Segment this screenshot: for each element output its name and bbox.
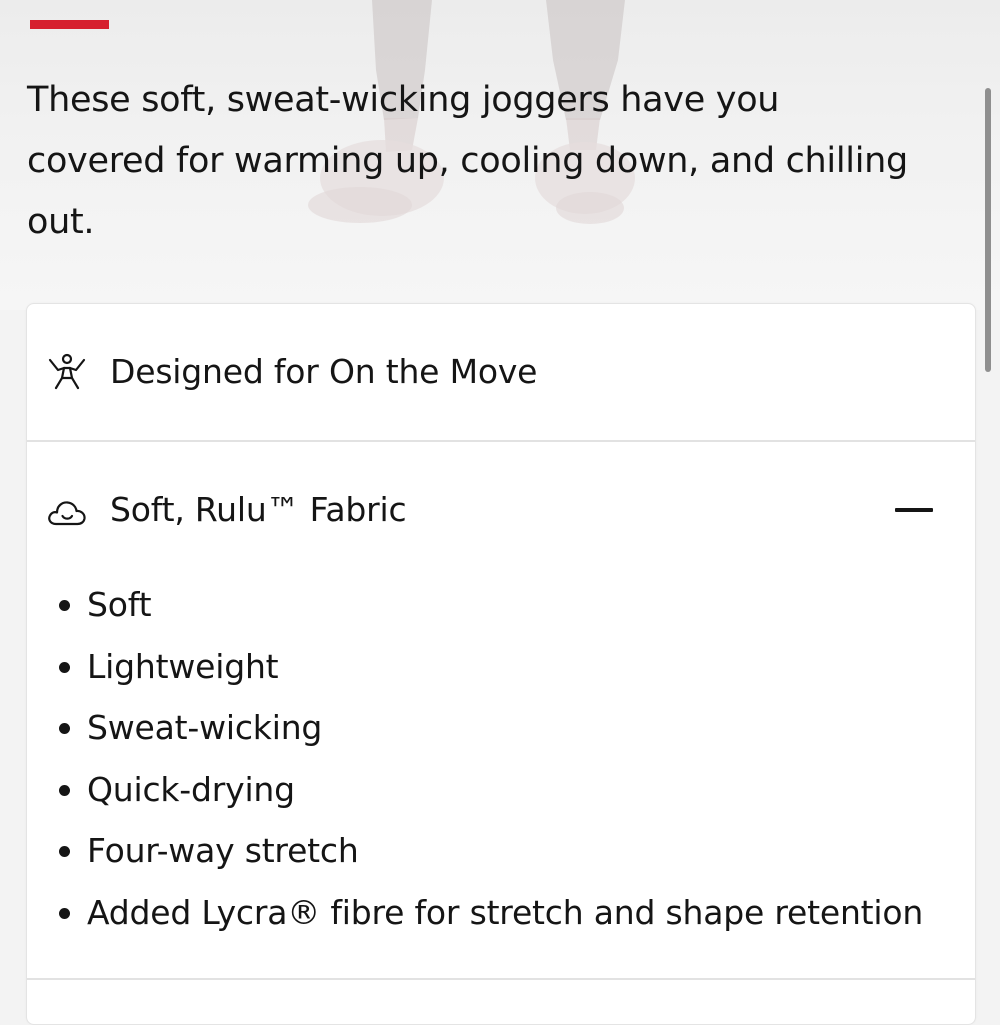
list-item: Quick-drying (55, 759, 955, 821)
accordion-header-fabric[interactable]: Soft, Rulu™ Fabric (27, 442, 975, 578)
product-hero: These soft, sweat-wicking joggers have y… (0, 0, 1000, 310)
list-item: Lightweight (55, 636, 955, 698)
accordion-item-designed-for[interactable]: Designed for On the Move (27, 304, 975, 442)
product-details-accordion: Designed for On the Move Soft, Rulu™ Fab… (26, 303, 976, 1025)
feature-label: Lightweight (87, 646, 279, 686)
bullet-icon (59, 723, 70, 734)
feature-list: Soft Lightweight Sweat-wicking Quick-dry… (55, 574, 955, 943)
bullet-icon (59, 661, 70, 673)
feature-label: Sweat-wicking (87, 708, 323, 747)
person-stretching-icon (48, 353, 86, 390)
accordion-title: Designed for On the Move (110, 352, 538, 391)
accent-bar (30, 20, 109, 29)
bullet-icon (59, 907, 70, 919)
scrollbar-thumb[interactable] (985, 88, 991, 372)
feature-label: Added Lycra® fibre for stretch and shape… (87, 892, 924, 932)
feature-label: Soft (87, 585, 152, 624)
feature-label: Four-way stretch (87, 831, 359, 870)
bullet-icon (59, 846, 70, 857)
bullet-icon (59, 784, 70, 796)
list-item: Soft (55, 574, 955, 636)
list-item: Four-way stretch (55, 820, 955, 882)
accordion-title: Soft, Rulu™ Fabric (110, 490, 407, 529)
list-item: Sweat-wicking (55, 697, 955, 759)
list-item: Added Lycra® fibre for stretch and shape… (55, 882, 955, 944)
cloud-icon (48, 501, 86, 526)
accordion-item-fabric: Soft, Rulu™ Fabric Soft Lightweight Swea… (27, 442, 975, 980)
feature-label: Quick-drying (87, 769, 295, 809)
product-description: These soft, sweat-wicking joggers have y… (27, 80, 908, 242)
bullet-icon (59, 600, 70, 611)
minus-icon[interactable] (895, 508, 933, 512)
